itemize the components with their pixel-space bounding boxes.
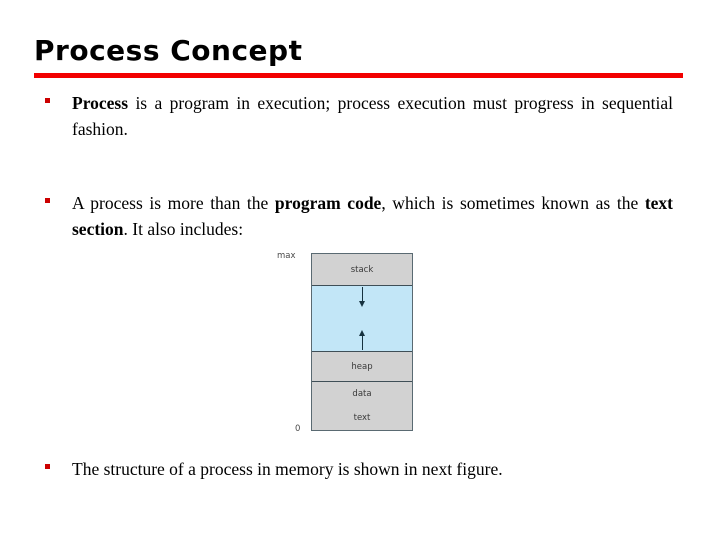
memory-segment-stack-label: stack [350, 265, 374, 275]
heap-grow-up-arrow-icon [358, 330, 365, 350]
page-title: Process Concept [34, 34, 303, 67]
list-item-text: The structure of a process in memory is … [72, 459, 503, 479]
memory-segment-stack: stack [312, 254, 412, 286]
square-bullet-icon [45, 198, 50, 203]
process-memory-diagram: max 0 stack heap data text [272, 248, 420, 440]
square-bullet-icon [45, 98, 50, 103]
title-underline-rule [34, 73, 683, 78]
memory-segment-data-label: data [352, 389, 372, 399]
square-bullet-icon [45, 464, 50, 469]
memory-segment-heap-label: heap [351, 362, 373, 372]
memory-segment-heap: heap [312, 352, 412, 382]
slide: Process Concept Process is a program in … [0, 0, 720, 540]
memory-zero-label: 0 [295, 424, 301, 434]
list-item-text: A process is more than the program code,… [72, 193, 674, 239]
list-item: A process is more than the program code,… [45, 190, 673, 242]
memory-layout-box: stack heap data text [311, 253, 413, 431]
list-item: Process is a program in execution; proce… [45, 90, 673, 142]
memory-segment-data-text: data text [312, 382, 412, 430]
list-item-text: Process is a program in execution; proce… [72, 93, 673, 139]
memory-segment-free-space [312, 286, 412, 352]
memory-segment-text-label: text [353, 413, 371, 423]
list-item: The structure of a process in memory is … [45, 456, 673, 482]
stack-grow-down-arrow-icon [358, 287, 365, 307]
memory-max-label: max [277, 251, 296, 261]
